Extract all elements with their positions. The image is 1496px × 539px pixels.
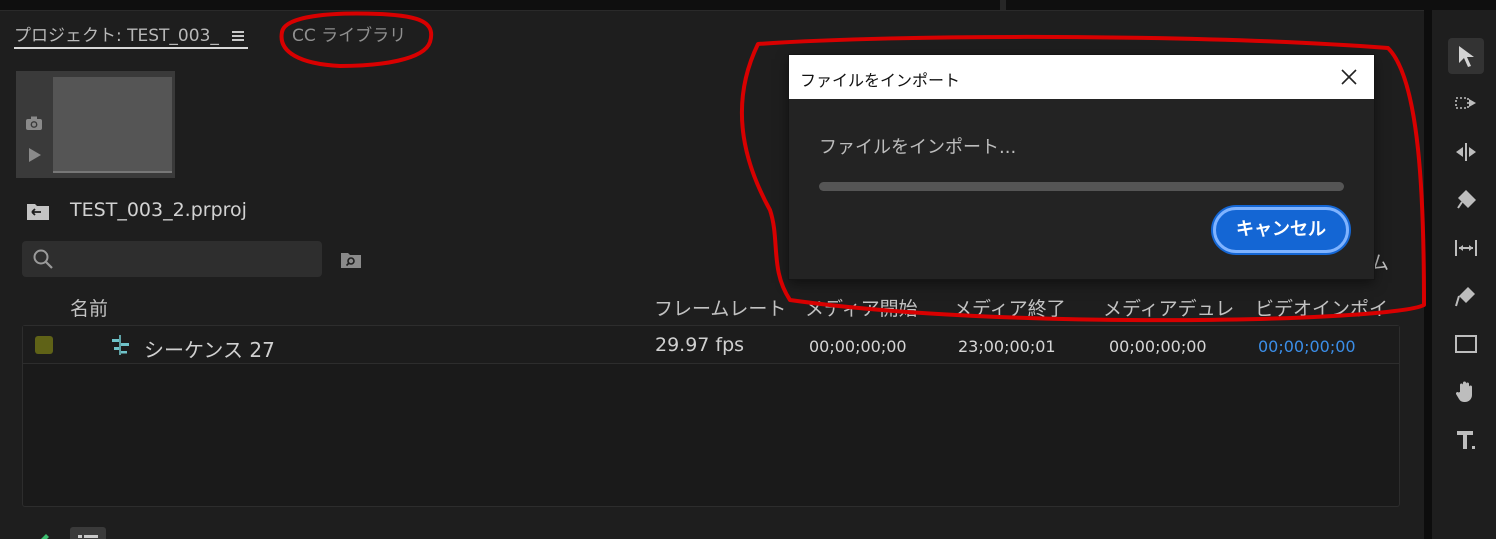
- table-row[interactable]: シーケンス 27 29.97 fps 00;00;00;00 23;00;00;…: [23, 326, 1399, 364]
- track-select-forward-tool[interactable]: [1448, 86, 1484, 122]
- top-strip: [0, 0, 1496, 10]
- track-select-forward-icon: [1455, 97, 1476, 109]
- column-frame-rate[interactable]: フレームレート: [654, 294, 786, 321]
- dialog-titlebar[interactable]: ファイルをインポート: [789, 55, 1374, 99]
- search-box[interactable]: [22, 241, 322, 277]
- sequence-icon: [112, 335, 129, 355]
- new-item-icon[interactable]: [1324, 529, 1344, 539]
- panel-separator: [1000, 0, 1006, 10]
- list-view-icon: [78, 535, 98, 538]
- hand-tool[interactable]: [1448, 374, 1484, 410]
- rectangle-icon: [1455, 335, 1477, 353]
- trash-icon[interactable]: [1372, 529, 1392, 539]
- pen-icon: [1455, 287, 1475, 307]
- tab-bar: プロジェクト: TEST_003_ CC ライブラリ: [0, 11, 1424, 51]
- automate-to-sequence-icon[interactable]: [1178, 529, 1202, 539]
- item-media-start: 00;00;00;00: [809, 337, 907, 356]
- project-file-row: TEST_003_2.prproj: [26, 199, 247, 225]
- slip-tool[interactable]: [1448, 230, 1484, 266]
- camera-icon[interactable]: [24, 113, 44, 133]
- project-item-list[interactable]: シーケンス 27 29.97 fps 00;00;00;00 23;00;00;…: [22, 325, 1400, 507]
- project-folder-icon: [27, 203, 49, 220]
- thumbnail-scrubber[interactable]: [53, 171, 172, 173]
- column-media-start[interactable]: メディア開始: [805, 294, 918, 321]
- new-bin-icon[interactable]: [1274, 529, 1298, 539]
- tools-divider: [1424, 10, 1432, 539]
- item-name: シーケンス 27: [144, 338, 275, 362]
- selection-tool[interactable]: [1448, 38, 1484, 74]
- find-icon[interactable]: [1230, 529, 1250, 539]
- column-name[interactable]: 名前: [70, 294, 108, 321]
- zoom-slider-icon[interactable]: [222, 529, 302, 539]
- rectangle-tool[interactable]: [1448, 326, 1484, 362]
- ripple-edit-icon: [1456, 143, 1476, 161]
- tab-cc-libraries[interactable]: CC ライブラリ: [292, 21, 406, 49]
- column-media-end[interactable]: メディア終了: [953, 294, 1066, 321]
- razor-icon: [1457, 190, 1476, 209]
- dialog-title: ファイルをインポート: [800, 71, 961, 90]
- play-icon[interactable]: [24, 145, 44, 165]
- close-icon[interactable]: [1338, 66, 1360, 88]
- project-file-name: TEST_003_2.prproj: [70, 199, 247, 221]
- tools-panel: [1432, 10, 1496, 539]
- list-view-button[interactable]: [70, 527, 106, 539]
- find-bin-icon[interactable]: [340, 251, 362, 269]
- tab-project[interactable]: プロジェクト: TEST_003_: [14, 21, 249, 49]
- sort-icons-icon[interactable]: [366, 529, 386, 539]
- pencil-icon[interactable]: [26, 529, 50, 539]
- column-video-in-point[interactable]: ビデオインポイ: [1255, 294, 1388, 321]
- search-input[interactable]: [62, 245, 312, 273]
- panel-menu-icon[interactable]: [232, 29, 245, 43]
- cancel-button[interactable]: キャンセル: [1213, 207, 1349, 253]
- tab-cc-libraries-label: CC ライブラリ: [292, 26, 407, 46]
- thumbnail-image: [53, 77, 172, 171]
- pen-tool[interactable]: [1448, 278, 1484, 314]
- premiere-window: プロジェクト: TEST_003_ CC ライブラリ TEST_003_2.pr…: [0, 0, 1496, 539]
- label-color-swatch[interactable]: [35, 336, 53, 354]
- project-bottom-toolbar: [0, 519, 1424, 539]
- thumbnail-preview: [16, 71, 175, 178]
- slip-icon: [1455, 240, 1477, 256]
- type-icon: [1457, 431, 1475, 449]
- tab-project-label: プロジェクト: TEST_003_: [14, 26, 219, 46]
- item-frame-rate: 29.97 fps: [655, 334, 745, 356]
- column-media-duration[interactable]: メディアデュレ: [1103, 294, 1234, 321]
- import-dialog: ファイルをインポート ファイルをインポート... キャンセル: [789, 55, 1374, 279]
- dialog-message: ファイルをインポート...: [819, 137, 1017, 158]
- column-headers: 名前 フレームレート メディア開始 メディア終了 メディアデュレ ビデオインポイ: [0, 294, 1424, 324]
- selection-tool-icon: [1459, 46, 1474, 67]
- freeform-view-icon[interactable]: [170, 529, 198, 539]
- type-tool[interactable]: [1448, 422, 1484, 458]
- icon-view-icon[interactable]: [128, 529, 144, 539]
- ripple-edit-tool[interactable]: [1448, 134, 1484, 170]
- item-media-end: 23;00;00;01: [958, 337, 1056, 356]
- item-video-in-point[interactable]: 00;00;00;00: [1258, 337, 1356, 356]
- item-media-duration: 00;00;00;00: [1109, 337, 1207, 356]
- import-progress-bar: [819, 182, 1344, 191]
- razor-tool[interactable]: [1448, 182, 1484, 218]
- search-icon: [33, 249, 53, 269]
- hand-icon: [1455, 381, 1472, 402]
